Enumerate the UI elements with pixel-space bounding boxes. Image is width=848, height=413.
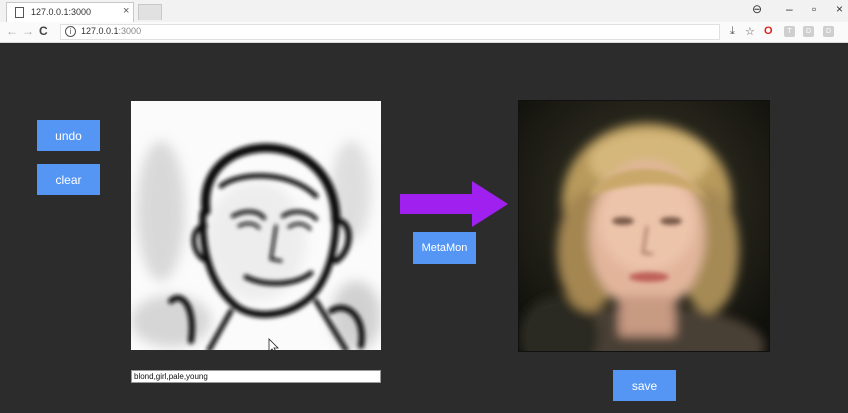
tab-title: 127.0.0.1:3000 bbox=[31, 7, 92, 17]
opera-icon[interactable]: O bbox=[764, 25, 773, 37]
address-bar[interactable]: i 127.0.0.1:3000 bbox=[60, 24, 720, 40]
undo-button[interactable]: undo bbox=[37, 120, 100, 151]
profile-icon[interactable]: ⊖ bbox=[752, 2, 762, 16]
extension-icon[interactable]: D bbox=[823, 26, 834, 37]
bookmark-star-icon[interactable]: ☆ bbox=[745, 25, 755, 38]
save-button[interactable]: save bbox=[613, 370, 676, 401]
page-content: undo clear blond,girl,pale,young MetaMon… bbox=[0, 43, 848, 413]
extension-icon[interactable]: D bbox=[803, 26, 814, 37]
reload-icon[interactable]: C bbox=[39, 24, 48, 38]
generated-face-image bbox=[518, 100, 770, 352]
sketch-canvas[interactable] bbox=[131, 101, 381, 350]
new-tab-button[interactable] bbox=[138, 4, 162, 20]
restore-icon[interactable]: ▫ bbox=[812, 2, 816, 16]
attributes-input[interactable] bbox=[131, 370, 381, 383]
arrow-right-icon bbox=[400, 181, 508, 227]
clear-button[interactable]: clear bbox=[37, 164, 100, 195]
forward-icon[interactable]: → bbox=[22, 24, 34, 38]
metamon-generate-button[interactable]: MetaMon bbox=[413, 232, 476, 264]
tab-close-icon[interactable]: × bbox=[123, 5, 129, 17]
info-icon[interactable]: i bbox=[65, 26, 76, 37]
back-icon[interactable]: ← bbox=[6, 24, 18, 38]
browser-tabstrip: 127.0.0.1:3000 × ⊖ – ▫ × bbox=[0, 0, 848, 22]
browser-toolbar: ← → C i 127.0.0.1:3000 ⤓ ☆ O T D D bbox=[0, 22, 848, 43]
url-text: 127.0.0.1:3000 bbox=[81, 26, 142, 36]
browser-tab[interactable]: 127.0.0.1:3000 × bbox=[6, 2, 134, 22]
download-icon[interactable]: ⤓ bbox=[730, 25, 735, 38]
minimize-icon[interactable]: – bbox=[786, 2, 793, 16]
extension-icon[interactable]: T bbox=[784, 26, 795, 37]
close-window-icon[interactable]: × bbox=[836, 2, 843, 16]
page-icon bbox=[15, 7, 24, 18]
